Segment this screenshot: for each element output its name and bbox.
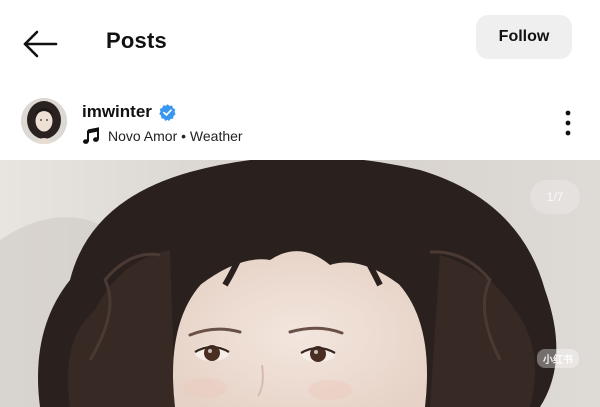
music-row[interactable]: Novo Amor • Weather: [82, 126, 243, 146]
more-options-button[interactable]: [556, 108, 580, 138]
post-image[interactable]: 1/7 小红书: [0, 160, 600, 407]
avatar[interactable]: [21, 98, 67, 144]
posts-page: Posts Follow imwinter Novo Amor • Weathe…: [0, 0, 600, 407]
follow-button[interactable]: Follow: [476, 15, 572, 59]
music-note-icon: [82, 127, 100, 145]
post-photo: [0, 160, 600, 407]
top-bar: Posts Follow: [0, 0, 600, 82]
username[interactable]: imwinter: [82, 102, 152, 122]
username-row: imwinter: [82, 100, 177, 124]
xiaohongshu-watermark: 小红书: [537, 349, 579, 368]
post-header: imwinter Novo Amor • Weather: [0, 90, 600, 160]
vertical-ellipsis-icon: [565, 110, 571, 136]
music-track: Novo Amor • Weather: [108, 128, 243, 144]
back-button[interactable]: [18, 24, 62, 64]
image-counter: 1/7: [530, 180, 580, 214]
page-title: Posts: [106, 28, 167, 53]
arrow-left-icon: [23, 30, 58, 58]
verified-badge-icon: [158, 103, 177, 122]
